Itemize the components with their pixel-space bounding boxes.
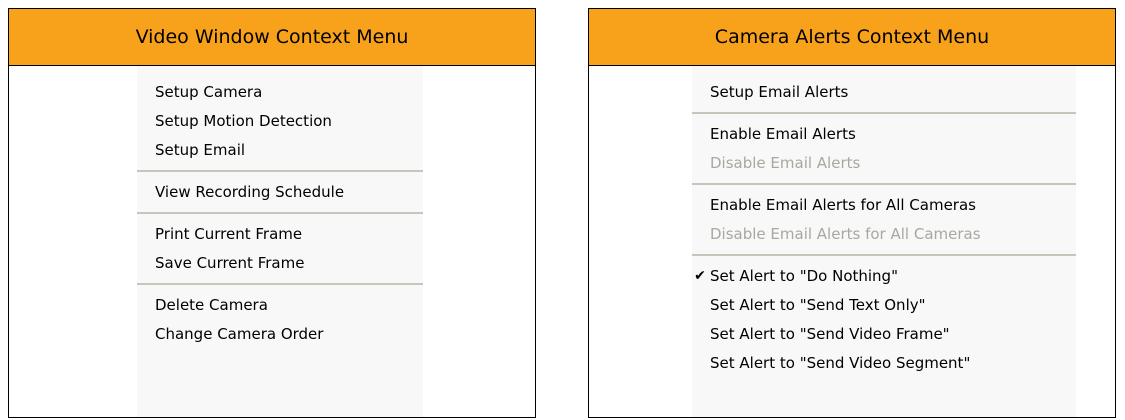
menu-item-setup-email-alerts[interactable]: Setup Email Alerts: [692, 78, 1076, 107]
context-menu: Setup Email Alerts Enable Email Alerts D…: [692, 66, 1076, 417]
menu-item-label: Set Alert to "Do Nothing": [710, 267, 898, 285]
menu-item-save-current-frame[interactable]: Save Current Frame: [137, 249, 423, 278]
menu-separator: [137, 170, 423, 172]
menu-item-setup-camera[interactable]: Setup Camera: [137, 78, 423, 107]
context-menu: Setup Camera Setup Motion Detection Setu…: [137, 66, 423, 417]
menu-item-alert-send-video-frame[interactable]: Set Alert to "Send Video Frame": [692, 320, 1076, 349]
video-window-context-menu-panel: Video Window Context Menu Setup Camera S…: [8, 8, 536, 418]
menu-item-alert-send-video-segment[interactable]: Set Alert to "Send Video Segment": [692, 349, 1076, 378]
panel-title: Camera Alerts Context Menu: [589, 9, 1115, 66]
menu-item-setup-email[interactable]: Setup Email: [137, 136, 423, 165]
menu-separator: [137, 212, 423, 214]
menu-separator: [137, 283, 423, 285]
menu-item-setup-motion-detection[interactable]: Setup Motion Detection: [137, 107, 423, 136]
menu-separator: [692, 254, 1076, 256]
checkmark-icon: ✔: [694, 268, 706, 284]
menu-item-enable-email-alerts[interactable]: Enable Email Alerts: [692, 120, 1076, 149]
menu-item-print-current-frame[interactable]: Print Current Frame: [137, 220, 423, 249]
menu-item-alert-send-text-only[interactable]: Set Alert to "Send Text Only": [692, 291, 1076, 320]
menu-item-disable-email-alerts-all-cameras: Disable Email Alerts for All Cameras: [710, 225, 981, 243]
menu-separator: [692, 112, 1076, 114]
menu-item-delete-camera[interactable]: Delete Camera: [137, 291, 423, 320]
menu-item-change-camera-order[interactable]: Change Camera Order: [137, 320, 423, 349]
menu-item-disable-email-alerts: Disable Email Alerts: [710, 154, 861, 172]
menu-item-enable-email-alerts-all-cameras[interactable]: Enable Email Alerts for All Cameras: [692, 191, 1076, 220]
menu-separator: [692, 183, 1076, 185]
panel-title: Video Window Context Menu: [9, 9, 535, 66]
menu-item-view-recording-schedule[interactable]: View Recording Schedule: [137, 178, 423, 207]
camera-alerts-context-menu-panel: Camera Alerts Context Menu Setup Email A…: [588, 8, 1116, 418]
menu-item-alert-do-nothing[interactable]: ✔ Set Alert to "Do Nothing": [692, 262, 1076, 291]
